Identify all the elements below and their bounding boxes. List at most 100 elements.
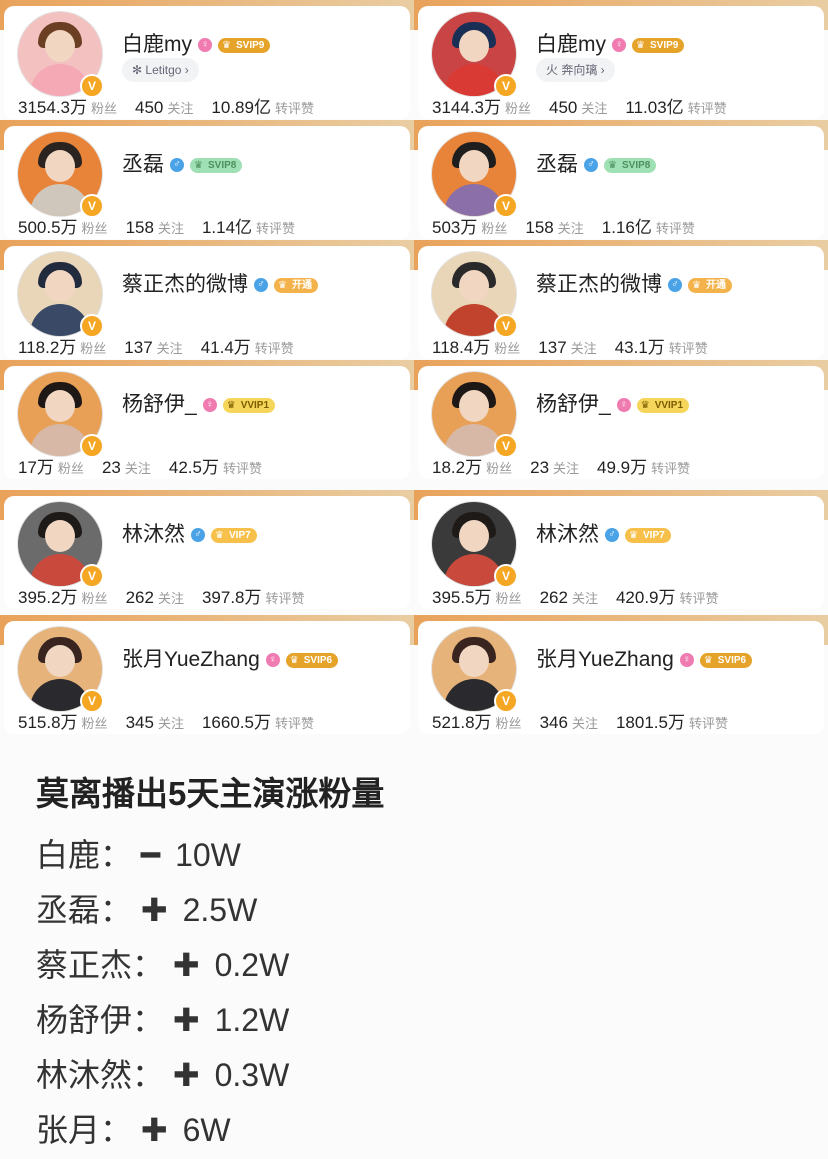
follow-count[interactable]: 450 — [549, 98, 577, 117]
follow-count[interactable]: 158 — [126, 218, 154, 237]
profile-tag-chip[interactable]: ✻ Letitgo › — [122, 58, 199, 82]
vip-badge[interactable]: ♛ VIP7 — [211, 527, 257, 543]
profile-card[interactable]: V 林沐然 ♂ ♛ VIP7 395.2万 粉丝 262 关注 397.8万 转评赞 — [4, 496, 410, 609]
profile-card[interactable]: V 蔡正杰的微博 ♂ ♛ 开通 118.2万 粉丝 137 关注 41.4万 转评赞 — [4, 246, 410, 359]
fans-count[interactable]: 18.2万 — [432, 458, 482, 477]
profile-name[interactable]: 杨舒伊_ ♀ ♛ VVIP1 — [122, 388, 276, 418]
vip-badge[interactable]: ♛ 开通 — [274, 277, 318, 293]
profile-name-text: 白鹿my — [122, 33, 192, 56]
follow-count[interactable]: 23 — [530, 458, 549, 477]
profile-card[interactable]: V 丞磊 ♂ ♛ SVIP8 503万 粉丝 158 关注 1.16亿 转评赞 — [418, 126, 824, 239]
vip-badge[interactable]: ♛ VVIP1 — [222, 397, 276, 413]
fans-count[interactable]: 503万 — [432, 218, 477, 237]
interaction-count[interactable]: 1.16亿 — [602, 218, 652, 237]
profile-name[interactable]: 丞磊 ♂ ♛ SVIP8 — [536, 148, 657, 178]
fans-count[interactable]: 395.5万 — [432, 588, 492, 607]
fans-count[interactable]: 3154.3万 — [18, 98, 87, 117]
female-icon: ♀ — [198, 38, 212, 53]
vip-badge[interactable]: ♛ SVIP6 — [699, 652, 753, 668]
vip-badge[interactable]: ♛ 开通 — [688, 277, 732, 293]
fans-count[interactable]: 500.5万 — [18, 218, 78, 237]
follow-count[interactable]: 262 — [540, 588, 568, 607]
profile-name[interactable]: 张月YueZhang ♀ ♛ SVIP6 — [122, 643, 339, 673]
interaction-count[interactable]: 11.03亿 — [625, 98, 683, 117]
profile-name[interactable]: 杨舒伊_ ♀ ♛ VVIP1 — [536, 388, 690, 418]
avatar-face — [45, 520, 75, 552]
follow-label: 关注 — [571, 716, 598, 731]
interaction-count[interactable]: 42.5万 — [169, 458, 219, 477]
crown-icon: ♛ — [703, 654, 713, 666]
interaction-label: 转评赞 — [274, 716, 314, 731]
avatar-face — [459, 645, 489, 677]
fans-label: 粉丝 — [481, 221, 508, 236]
follow-label: 关注 — [581, 101, 608, 116]
interaction-count[interactable]: 1801.5万 — [616, 713, 685, 732]
fans-count[interactable]: 118.2万 — [18, 338, 76, 357]
profile-card[interactable]: V 杨舒伊_ ♀ ♛ VVIP1 18.2万 粉丝 23 关注 49.9万 转评赞 — [418, 366, 824, 479]
vip-badge[interactable]: ♛ SVIP9 — [632, 37, 685, 53]
follow-count[interactable]: 137 — [124, 338, 152, 357]
follow-count[interactable]: 262 — [126, 588, 154, 607]
profile-card[interactable]: V 白鹿my ♀ ♛ SVIP9 ⽕ 奔向璃 › 3144.3万 粉丝 450 关注 11.03亿转… — [418, 6, 824, 119]
profile-card[interactable]: V 张月YueZhang ♀ ♛ SVIP6 515.8万 粉丝 345 关注 1660.5万 转评… — [4, 621, 410, 734]
follow-count[interactable]: 23 — [102, 458, 121, 477]
summary-row-value: 6W — [182, 1112, 231, 1148]
follow-count[interactable]: 345 — [126, 713, 154, 732]
interaction-count[interactable]: 10.89亿 — [211, 98, 271, 117]
summary-row-name: 林沐然： — [36, 1057, 165, 1093]
vip-badge-text: VIP7 — [229, 529, 251, 541]
profile-stats: 3144.3万 粉丝 450 关注 11.03亿 转评赞 — [432, 93, 745, 119]
vip-badge[interactable]: ♛ VIP7 — [625, 527, 671, 543]
follow-count[interactable]: 346 — [540, 713, 568, 732]
vip-badge[interactable]: ♛ VVIP1 — [636, 397, 690, 413]
vip-badge[interactable]: ♛ SVIP8 — [190, 157, 243, 173]
interaction-count[interactable]: 43.1万 — [615, 338, 665, 357]
vip-badge[interactable]: ♛ SVIP6 — [285, 652, 339, 668]
left-column: V 白鹿my ♀ ♛ SVIP9 ✻ Letitgo › 3154.3万 粉丝 450 关注 10.… — [0, 0, 414, 745]
interaction-count[interactable]: 420.9万 — [616, 588, 676, 607]
vip-badge[interactable]: ♛ SVIP9 — [218, 37, 271, 53]
profile-card[interactable]: V 张月YueZhang ♀ ♛ SVIP6 521.8万 粉丝 346 关注 1801.5万 转评… — [418, 621, 824, 734]
vip-badge[interactable]: ♛ SVIP8 — [604, 157, 657, 173]
interaction-count[interactable]: 41.4万 — [201, 338, 251, 357]
profile-stats: 118.2万 粉丝 137 关注 41.4万 转评赞 — [18, 333, 312, 359]
profile-card[interactable]: V 丞磊 ♂ ♛ SVIP8 500.5万 粉丝 158 关注 1.14亿 转评赞 — [4, 126, 410, 239]
profile-card[interactable]: V 蔡正杰的微博 ♂ ♛ 开通 118.4万 粉丝 137 关注 43.1万 转评赞 — [418, 246, 824, 359]
interaction-count[interactable]: 49.9万 — [597, 458, 647, 477]
follow-label: 关注 — [157, 591, 184, 606]
fans-count[interactable]: 515.8万 — [18, 713, 78, 732]
profile-card[interactable]: V 白鹿my ♀ ♛ SVIP9 ✻ Letitgo › 3154.3万 粉丝 450 关注 10.… — [4, 6, 410, 119]
interaction-count[interactable]: 397.8万 — [202, 588, 262, 607]
summary-title: 莫离播出5天主演涨粉量 — [36, 775, 385, 812]
fans-count[interactable]: 17万 — [18, 458, 54, 477]
fans-count[interactable]: 521.8万 — [432, 713, 492, 732]
profile-name[interactable]: 张月YueZhang ♀ ♛ SVIP6 — [536, 643, 753, 673]
profile-name[interactable]: 白鹿my ♀ ♛ SVIP9 — [122, 28, 271, 58]
profile-name[interactable]: 白鹿my ♀ ♛ SVIP9 — [536, 28, 685, 58]
profile-name[interactable]: 林沐然 ♂ ♛ VIP7 — [122, 518, 257, 548]
profile-name[interactable]: 蔡正杰的微博 ♂ ♛ 开通 — [122, 268, 318, 298]
follow-label: 关注 — [570, 341, 597, 356]
profile-name[interactable]: 蔡正杰的微博 ♂ ♛ 开通 — [536, 268, 732, 298]
summary-row-value: 2.5W — [182, 892, 258, 928]
profile-card[interactable]: V 林沐然 ♂ ♛ VIP7 395.5万 粉丝 262 关注 420.9万 转评赞 — [418, 496, 824, 609]
interaction-count[interactable]: 1.14亿 — [202, 218, 252, 237]
follow-count[interactable]: 450 — [135, 98, 163, 117]
profile-name-text: 林沐然 — [536, 523, 599, 546]
fans-label: 粉丝 — [81, 716, 108, 731]
crown-icon: ♛ — [222, 39, 231, 51]
fans-count[interactable]: 3144.3万 — [432, 98, 501, 117]
follow-count[interactable]: 137 — [538, 338, 566, 357]
fans-count[interactable]: 395.2万 — [18, 588, 78, 607]
male-icon: ♂ — [668, 278, 682, 293]
fans-count[interactable]: 118.4万 — [432, 338, 490, 357]
profile-name-text: 蔡正杰的微博 — [536, 273, 662, 296]
profile-card[interactable]: V 杨舒伊_ ♀ ♛ VVIP1 17万 粉丝 23 关注 42.5万 转评赞 — [4, 366, 410, 479]
profile-comparison-grid: V 白鹿my ♀ ♛ SVIP9 ✻ Letitgo › 3154.3万 粉丝 450 关注 10.… — [0, 0, 828, 745]
profile-tag-chip[interactable]: ⽕ 奔向璃 › — [536, 58, 615, 82]
interaction-count[interactable]: 1660.5万 — [202, 713, 271, 732]
follow-count[interactable]: 158 — [525, 218, 553, 237]
profile-name[interactable]: 丞磊 ♂ ♛ SVIP8 — [122, 148, 243, 178]
interaction-label: 转评赞 — [256, 221, 296, 236]
profile-name[interactable]: 林沐然 ♂ ♛ VIP7 — [536, 518, 671, 548]
